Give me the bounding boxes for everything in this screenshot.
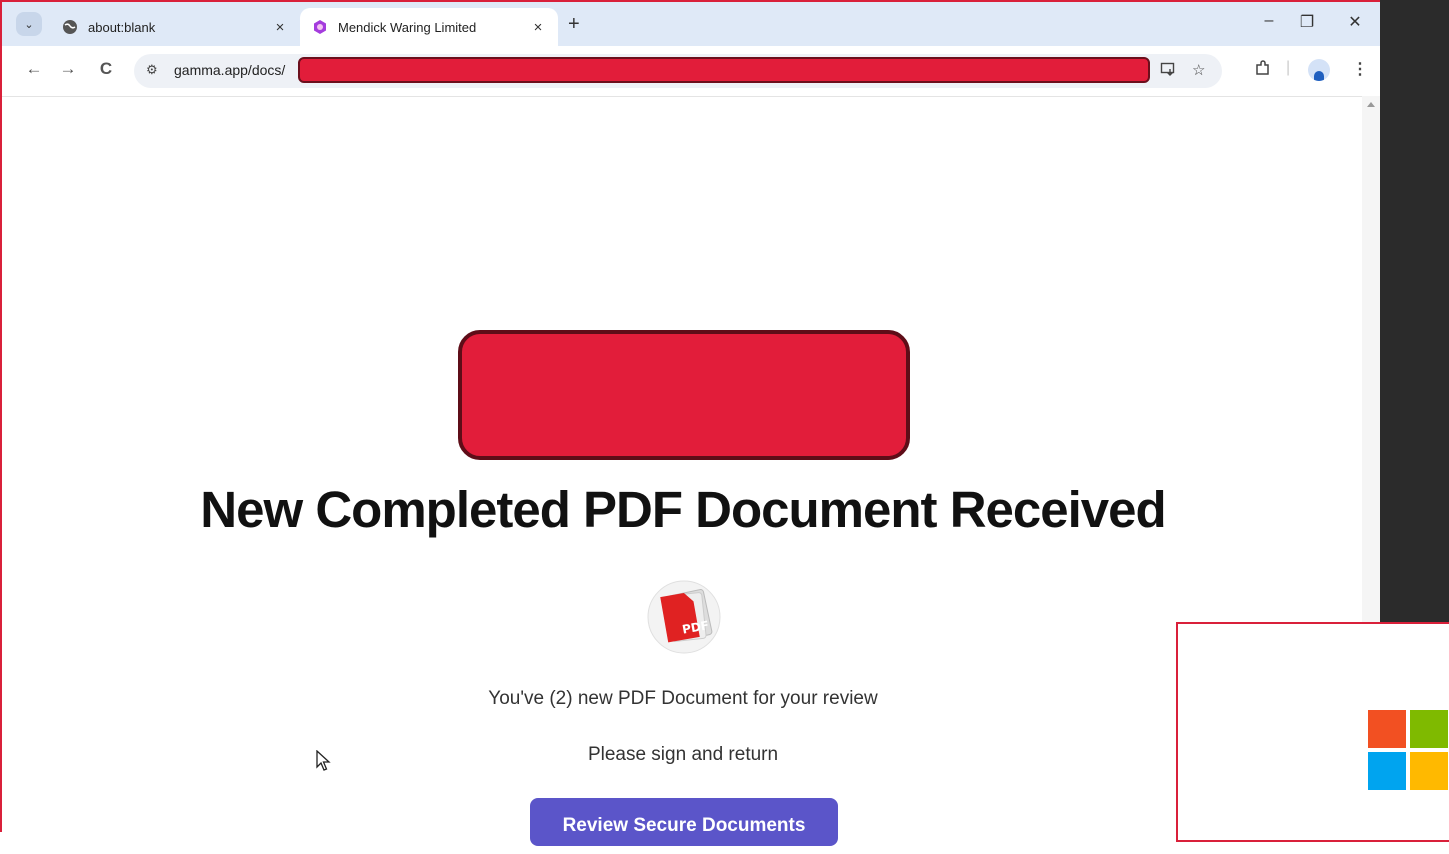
close-tab-icon[interactable]: × bbox=[270, 19, 290, 36]
browser-toolbar: ← → C ⚙ gamma.app/docs/ ☆ | ⋮ bbox=[2, 46, 1380, 97]
instruction-text: Please sign and return bbox=[587, 744, 779, 765]
scroll-up-icon[interactable] bbox=[1367, 102, 1375, 107]
reload-icon[interactable]: C bbox=[94, 59, 118, 79]
plus-icon[interactable]: + bbox=[568, 12, 580, 36]
star-icon[interactable]: ☆ bbox=[1192, 61, 1205, 79]
redacted-logo bbox=[458, 330, 910, 460]
tab-mendick-waring[interactable]: Mendick Waring Limited × bbox=[300, 8, 558, 46]
forward-icon[interactable]: → bbox=[56, 59, 80, 79]
tab-about-blank[interactable]: about:blank × bbox=[50, 8, 300, 46]
address-bar[interactable]: ⚙ gamma.app/docs/ ☆ bbox=[134, 54, 1222, 88]
mouse-cursor-icon bbox=[316, 749, 332, 777]
url-text: gamma.app/docs/ bbox=[174, 62, 286, 78]
chevron-down-icon: ⌄ bbox=[24, 18, 34, 31]
message-text: You've (2) new PDF Document for your rev… bbox=[488, 688, 878, 709]
minimize-icon[interactable]: – bbox=[1254, 12, 1284, 30]
tune-icon[interactable]: ⚙ bbox=[146, 62, 158, 78]
tab-title: Mendick Waring Limited bbox=[338, 19, 477, 35]
browser-window: ⌄ about:blank × Mendick Waring Limited ×… bbox=[0, 0, 1380, 846]
tab-title: about:blank bbox=[88, 19, 156, 35]
extensions-icon[interactable] bbox=[1254, 59, 1272, 82]
divider: | bbox=[1286, 59, 1291, 76]
globe-icon bbox=[62, 19, 78, 35]
menu-icon[interactable]: ⋮ bbox=[1352, 59, 1368, 79]
profile-icon[interactable] bbox=[1308, 59, 1330, 81]
close-tab-icon[interactable]: × bbox=[528, 19, 548, 36]
pdf-icon: PDF bbox=[644, 580, 722, 654]
microsoft-popup bbox=[1176, 622, 1449, 842]
review-documents-button[interactable]: Review Secure Documents bbox=[530, 798, 838, 846]
tab-strip: ⌄ about:blank × Mendick Waring Limited ×… bbox=[2, 2, 1380, 46]
install-icon[interactable] bbox=[1160, 61, 1176, 81]
page-title: New Completed PDF Document Received bbox=[200, 481, 1166, 538]
restore-icon[interactable]: ❐ bbox=[1292, 12, 1322, 32]
microsoft-logo-icon bbox=[1368, 710, 1449, 792]
close-window-icon[interactable]: ✕ bbox=[1340, 12, 1370, 32]
tab-search-button[interactable]: ⌄ bbox=[16, 12, 42, 36]
back-icon[interactable]: ← bbox=[22, 59, 46, 79]
redaction-box bbox=[298, 57, 1150, 83]
gamma-icon bbox=[312, 19, 328, 35]
